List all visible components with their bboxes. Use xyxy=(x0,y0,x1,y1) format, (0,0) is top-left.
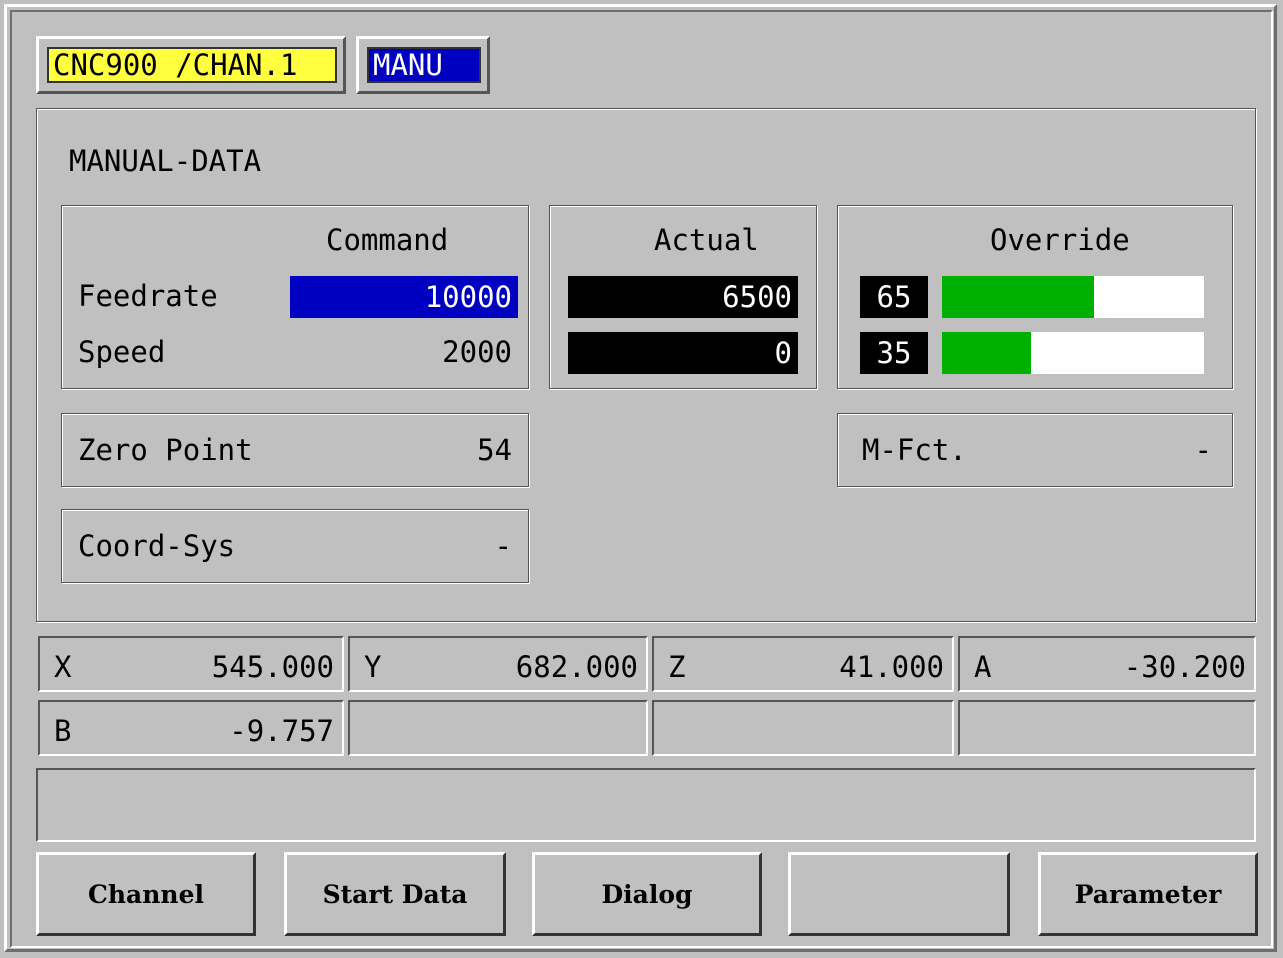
zero-point-label: Zero Point xyxy=(78,433,253,467)
channel-badge: CNC900 /CHAN.1 xyxy=(47,47,337,83)
axis-value: -9.757 xyxy=(229,714,334,748)
feedrate-override-fill xyxy=(942,276,1094,318)
axis-label: A xyxy=(974,650,992,684)
speed-override-fill xyxy=(942,332,1032,374)
speed-command-field[interactable]: 2000 xyxy=(290,338,512,367)
m-fct-value: - xyxy=(1194,433,1212,467)
softkey-dialog[interactable]: Dialog xyxy=(532,852,762,936)
axis-label: X xyxy=(54,650,72,684)
feedrate-command-field[interactable]: 10000 xyxy=(290,276,518,318)
softkey-start-data[interactable]: Start Data xyxy=(284,852,506,936)
speed-override-value: 35 xyxy=(860,332,928,374)
command-heading: Command xyxy=(326,223,449,257)
override-heading: Override xyxy=(990,223,1130,257)
speed-label: Speed xyxy=(78,335,166,369)
axis-value: 41.000 xyxy=(839,650,944,684)
coord-sys-panel: Coord-Sys - xyxy=(61,509,529,583)
axis-empty-2 xyxy=(652,700,954,756)
override-panel: Override 65 35 xyxy=(837,205,1233,389)
feedrate-override-bar xyxy=(942,276,1204,318)
axis-label: Y xyxy=(364,650,382,684)
axis-b: B -9.757 xyxy=(38,700,344,756)
channel-badge-frame: CNC900 /CHAN.1 xyxy=(36,36,346,94)
mode-badge: MANU xyxy=(367,47,481,83)
feedrate-actual-value: 6500 xyxy=(568,276,798,318)
section-title: MANUAL-DATA xyxy=(69,144,262,178)
zero-point-value: 54 xyxy=(477,433,512,467)
softkey-parameter[interactable]: Parameter xyxy=(1038,852,1258,936)
feedrate-override-value: 65 xyxy=(860,276,928,318)
feedrate-label: Feedrate xyxy=(78,279,218,313)
axis-value: 545.000 xyxy=(211,650,334,684)
m-fct-label: M-Fct. xyxy=(862,433,967,467)
axis-value: -30.200 xyxy=(1123,650,1246,684)
zero-point-panel: Zero Point 54 xyxy=(61,413,529,487)
axis-value: 682.000 xyxy=(515,650,638,684)
axis-empty-3 xyxy=(958,700,1256,756)
speed-override-bar xyxy=(942,332,1204,374)
axis-label: B xyxy=(54,714,72,748)
axis-y: Y 682.000 xyxy=(348,636,648,692)
axis-empty-1 xyxy=(348,700,648,756)
axis-z: Z 41.000 xyxy=(652,636,954,692)
mode-badge-frame: MANU xyxy=(356,36,490,94)
speed-actual-value: 0 xyxy=(568,332,798,374)
axis-label: Z xyxy=(668,650,686,684)
coord-sys-label: Coord-Sys xyxy=(78,529,236,563)
axis-a: A -30.200 xyxy=(958,636,1256,692)
message-line xyxy=(36,768,1256,842)
axis-x: X 545.000 xyxy=(38,636,344,692)
actual-heading: Actual xyxy=(654,223,759,257)
manual-data-area: MANUAL-DATA Command Feedrate 10000 Speed… xyxy=(36,108,1256,622)
command-panel: Command Feedrate 10000 Speed 2000 xyxy=(61,205,529,389)
actual-panel: Actual 6500 0 xyxy=(549,205,817,389)
softkey-empty[interactable] xyxy=(788,852,1010,936)
softkey-channel[interactable]: Channel xyxy=(36,852,256,936)
m-fct-panel: M-Fct. - xyxy=(837,413,1233,487)
coord-sys-value: - xyxy=(494,529,512,563)
